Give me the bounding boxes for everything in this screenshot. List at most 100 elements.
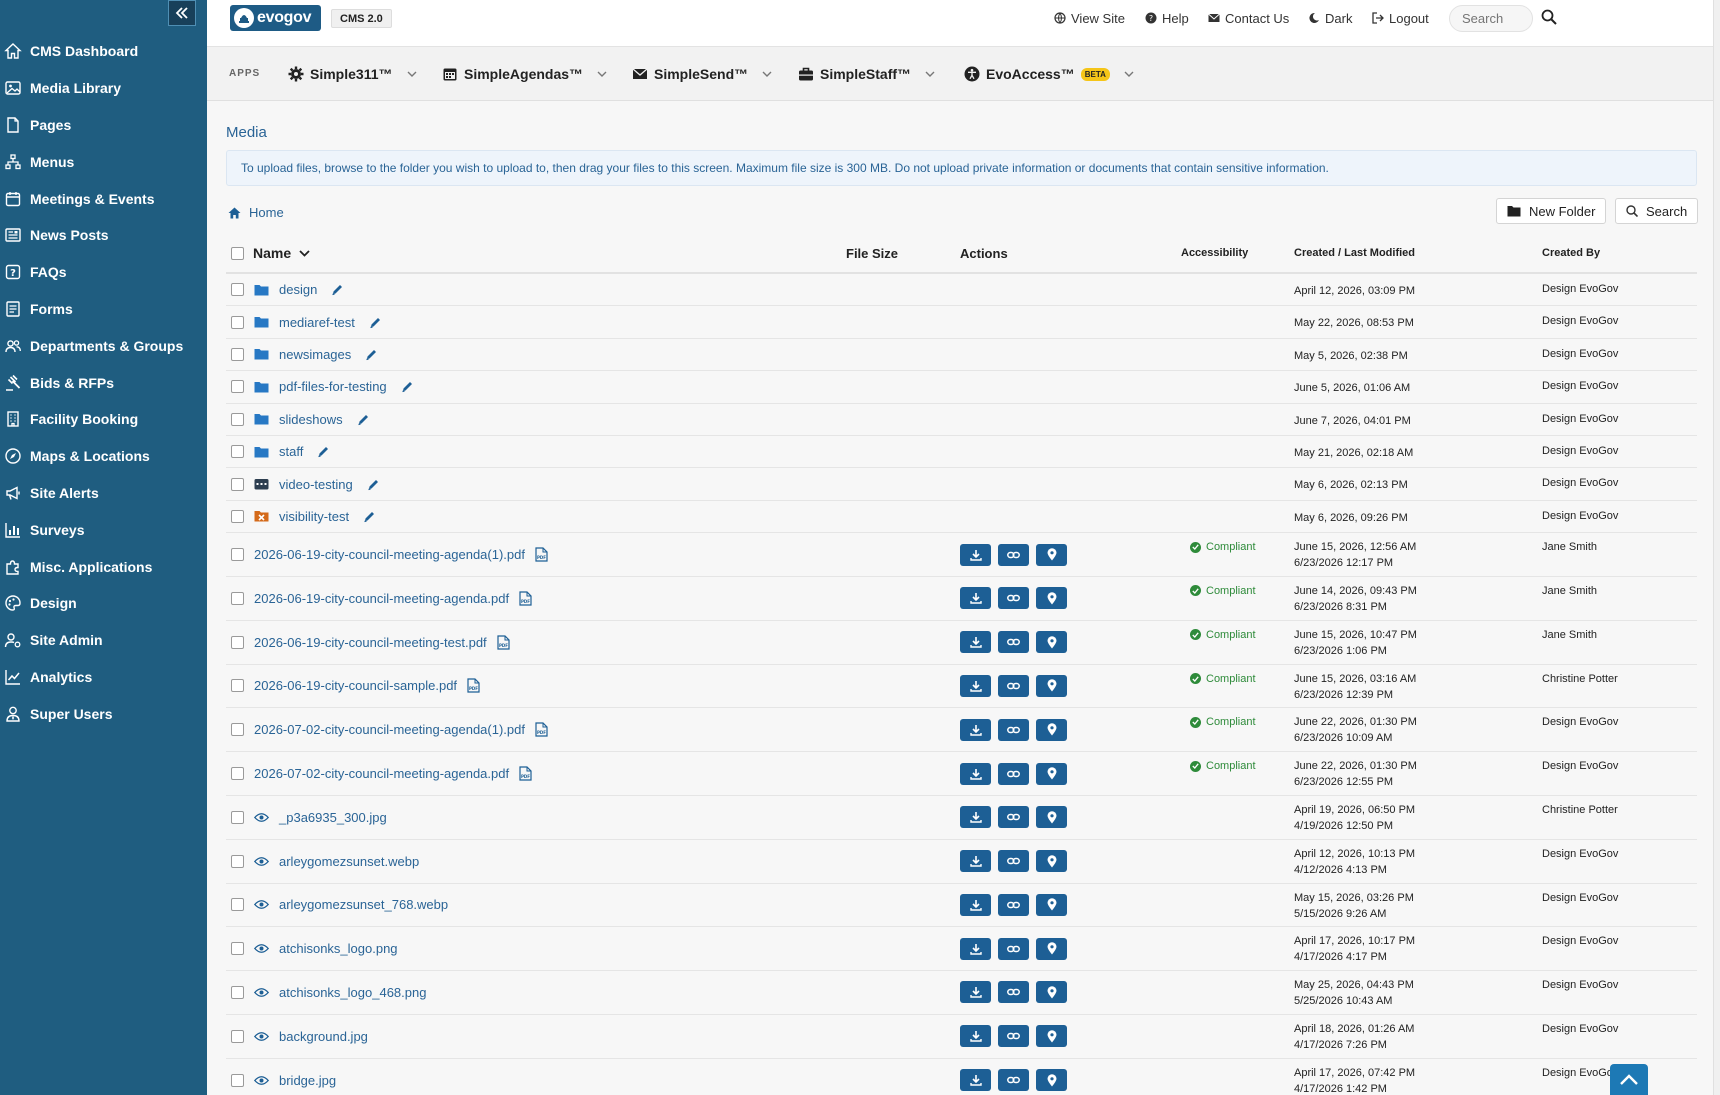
row-checkbox[interactable] — [231, 1073, 244, 1087]
row-checkbox[interactable] — [231, 315, 244, 329]
copy-link-button[interactable] — [998, 587, 1029, 610]
file-name-link[interactable]: _p3a6935_300.jpg — [279, 810, 387, 825]
row-checkbox[interactable] — [231, 380, 244, 394]
file-name-link[interactable]: 2026-07-02-city-council-meeting-agenda(1… — [254, 722, 525, 737]
folder-row[interactable]: design April 12, 2026, 03:09 PM Design Evo… — [226, 274, 1697, 307]
window-scrollbar[interactable] — [1713, 0, 1720, 1095]
folder-name-link[interactable]: design — [279, 282, 317, 297]
sidebar-item-faqs[interactable]: ? FAQs — [0, 254, 207, 291]
sidebar-item-site-alerts[interactable]: Site Alerts — [0, 475, 207, 512]
file-row[interactable]: bridge.jpg April 17, 2026, 07:42 PM 4/17/2… — [226, 1059, 1697, 1095]
file-row[interactable]: 2026-06-19-city-council-sample.pdf PDF Com… — [226, 665, 1697, 709]
row-checkbox[interactable] — [231, 679, 244, 693]
eye-icon[interactable] — [254, 1075, 269, 1086]
scroll-to-top-button[interactable] — [1610, 1064, 1648, 1095]
download-button[interactable] — [960, 631, 991, 654]
eye-icon[interactable] — [254, 856, 269, 867]
file-name-link[interactable]: bridge.jpg — [279, 1073, 336, 1088]
row-checkbox[interactable] — [231, 477, 244, 491]
folder-row[interactable]: mediaref-test May 22, 2026, 08:53 PM Desig… — [226, 306, 1697, 339]
download-button[interactable] — [960, 981, 991, 1004]
file-row[interactable]: 2026-06-19-city-council-meeting-agenda(1… — [226, 533, 1697, 577]
download-button[interactable] — [960, 893, 991, 916]
sidebar-item-menus[interactable]: Menus — [0, 143, 207, 180]
folder-row[interactable]: staff May 21, 2026, 02:18 AM Design EvoGov — [226, 436, 1697, 469]
pencil-icon[interactable] — [367, 478, 380, 491]
file-usage-button[interactable] — [1036, 981, 1067, 1004]
copy-link-button[interactable] — [998, 718, 1029, 741]
copy-link-button[interactable] — [998, 850, 1029, 873]
file-usage-button[interactable] — [1036, 762, 1067, 785]
file-name-link[interactable]: 2026-06-19-city-council-meeting-agenda.p… — [254, 591, 509, 606]
folder-name-link[interactable]: mediaref-test — [279, 315, 355, 330]
file-name-link[interactable]: atchisonks_logo.png — [279, 941, 398, 956]
row-checkbox[interactable] — [231, 635, 244, 649]
row-checkbox[interactable] — [231, 347, 244, 361]
app-simple311[interactable]: Simple311™ — [288, 64, 417, 84]
copy-link-button[interactable] — [998, 1069, 1029, 1092]
file-usage-button[interactable] — [1036, 543, 1067, 566]
file-usage-button[interactable] — [1036, 850, 1067, 873]
copy-link-button[interactable] — [998, 543, 1029, 566]
download-button[interactable] — [960, 850, 991, 873]
file-usage-button[interactable] — [1036, 937, 1067, 960]
copy-link-button[interactable] — [998, 981, 1029, 1004]
row-checkbox[interactable] — [231, 283, 244, 297]
folder-row[interactable]: pdf-files-for-testing June 5, 2026, 01:06… — [226, 371, 1697, 404]
file-name-link[interactable]: 2026-06-19-city-council-meeting-test.pdf — [254, 635, 487, 650]
download-button[interactable] — [960, 1025, 991, 1048]
folder-row[interactable]: slideshows June 7, 2026, 04:01 PM Design E… — [226, 404, 1697, 436]
app-simplestaff[interactable]: SimpleStaff™ — [798, 64, 935, 84]
file-row[interactable]: arleygomezsunset.webp April 12, 2026, 10:… — [226, 840, 1697, 884]
file-row[interactable]: atchisonks_logo_468.png May 25, 2026, 04:… — [226, 971, 1697, 1015]
folder-row[interactable]: visibility-test May 6, 2026, 09:26 PM Desi… — [226, 501, 1697, 534]
copy-link-button[interactable] — [998, 893, 1029, 916]
pencil-icon[interactable] — [363, 510, 376, 523]
sidebar-item-pages[interactable]: Pages — [0, 107, 207, 144]
sidebar-item-bids-rfps[interactable]: Bids & RFPs — [0, 364, 207, 401]
sidebar-item-site-admin[interactable]: Site Admin — [0, 622, 207, 659]
sidebar-item-departments-groups[interactable]: Departments & Groups — [0, 327, 207, 364]
collapse-sidebar-button[interactable] — [168, 0, 196, 26]
dark-mode-toggle[interactable]: Dark — [1308, 10, 1352, 26]
eye-icon[interactable] — [254, 943, 269, 954]
file-usage-button[interactable] — [1036, 1069, 1067, 1092]
top-search-input[interactable] — [1449, 5, 1533, 32]
folder-name-link[interactable]: slideshows — [279, 412, 343, 427]
file-usage-button[interactable] — [1036, 587, 1067, 610]
row-checkbox[interactable] — [231, 985, 244, 999]
row-checkbox[interactable] — [231, 412, 244, 426]
sidebar-item-media-library[interactable]: Media Library — [0, 70, 207, 107]
sidebar-item-meetings-events[interactable]: Meetings & Events — [0, 180, 207, 217]
folder-name-link[interactable]: visibility-test — [279, 509, 349, 524]
folder-row[interactable]: newsimages May 5, 2026, 02:38 PM Design Ev… — [226, 339, 1697, 372]
pencil-icon[interactable] — [317, 445, 330, 458]
file-name-link[interactable]: arleygomezsunset.webp — [279, 854, 419, 869]
breadcrumb[interactable]: Home — [228, 205, 284, 220]
file-name-link[interactable]: atchisonks_logo_468.png — [279, 985, 426, 1000]
file-row[interactable]: 2026-06-19-city-council-meeting-test.pdf… — [226, 621, 1697, 665]
folder-name-link[interactable]: staff — [279, 444, 303, 459]
row-checkbox[interactable] — [231, 767, 244, 780]
row-checkbox[interactable] — [231, 1029, 244, 1043]
copy-link-button[interactable] — [998, 762, 1029, 785]
file-row[interactable]: background.jpg April 18, 2026, 01:26 AM 4/… — [226, 1015, 1697, 1059]
download-button[interactable] — [960, 543, 991, 566]
pencil-icon[interactable] — [401, 380, 414, 393]
file-row[interactable]: 2026-07-02-city-council-meeting-agenda.p… — [226, 752, 1697, 796]
search-icon[interactable] — [1541, 9, 1557, 25]
folder-name-link[interactable]: newsimages — [279, 347, 351, 362]
eye-icon[interactable] — [254, 1031, 269, 1042]
row-checkbox[interactable] — [231, 445, 244, 459]
sidebar-item-super-users[interactable]: Super Users — [0, 695, 207, 732]
file-name-link[interactable]: 2026-07-02-city-council-meeting-agenda.p… — [254, 766, 509, 781]
sidebar-item-news-posts[interactable]: News Posts — [0, 217, 207, 254]
copy-link-button[interactable] — [998, 1025, 1029, 1048]
folder-name-link[interactable]: video-testing — [279, 477, 353, 492]
search-media-button[interactable]: Search — [1615, 198, 1699, 224]
copy-link-button[interactable] — [998, 806, 1029, 829]
sidebar-item-design[interactable]: Design — [0, 585, 207, 622]
file-usage-button[interactable] — [1036, 806, 1067, 829]
app-simplesend[interactable]: SimpleSend™ — [632, 64, 772, 84]
copy-link-button[interactable] — [998, 631, 1029, 654]
